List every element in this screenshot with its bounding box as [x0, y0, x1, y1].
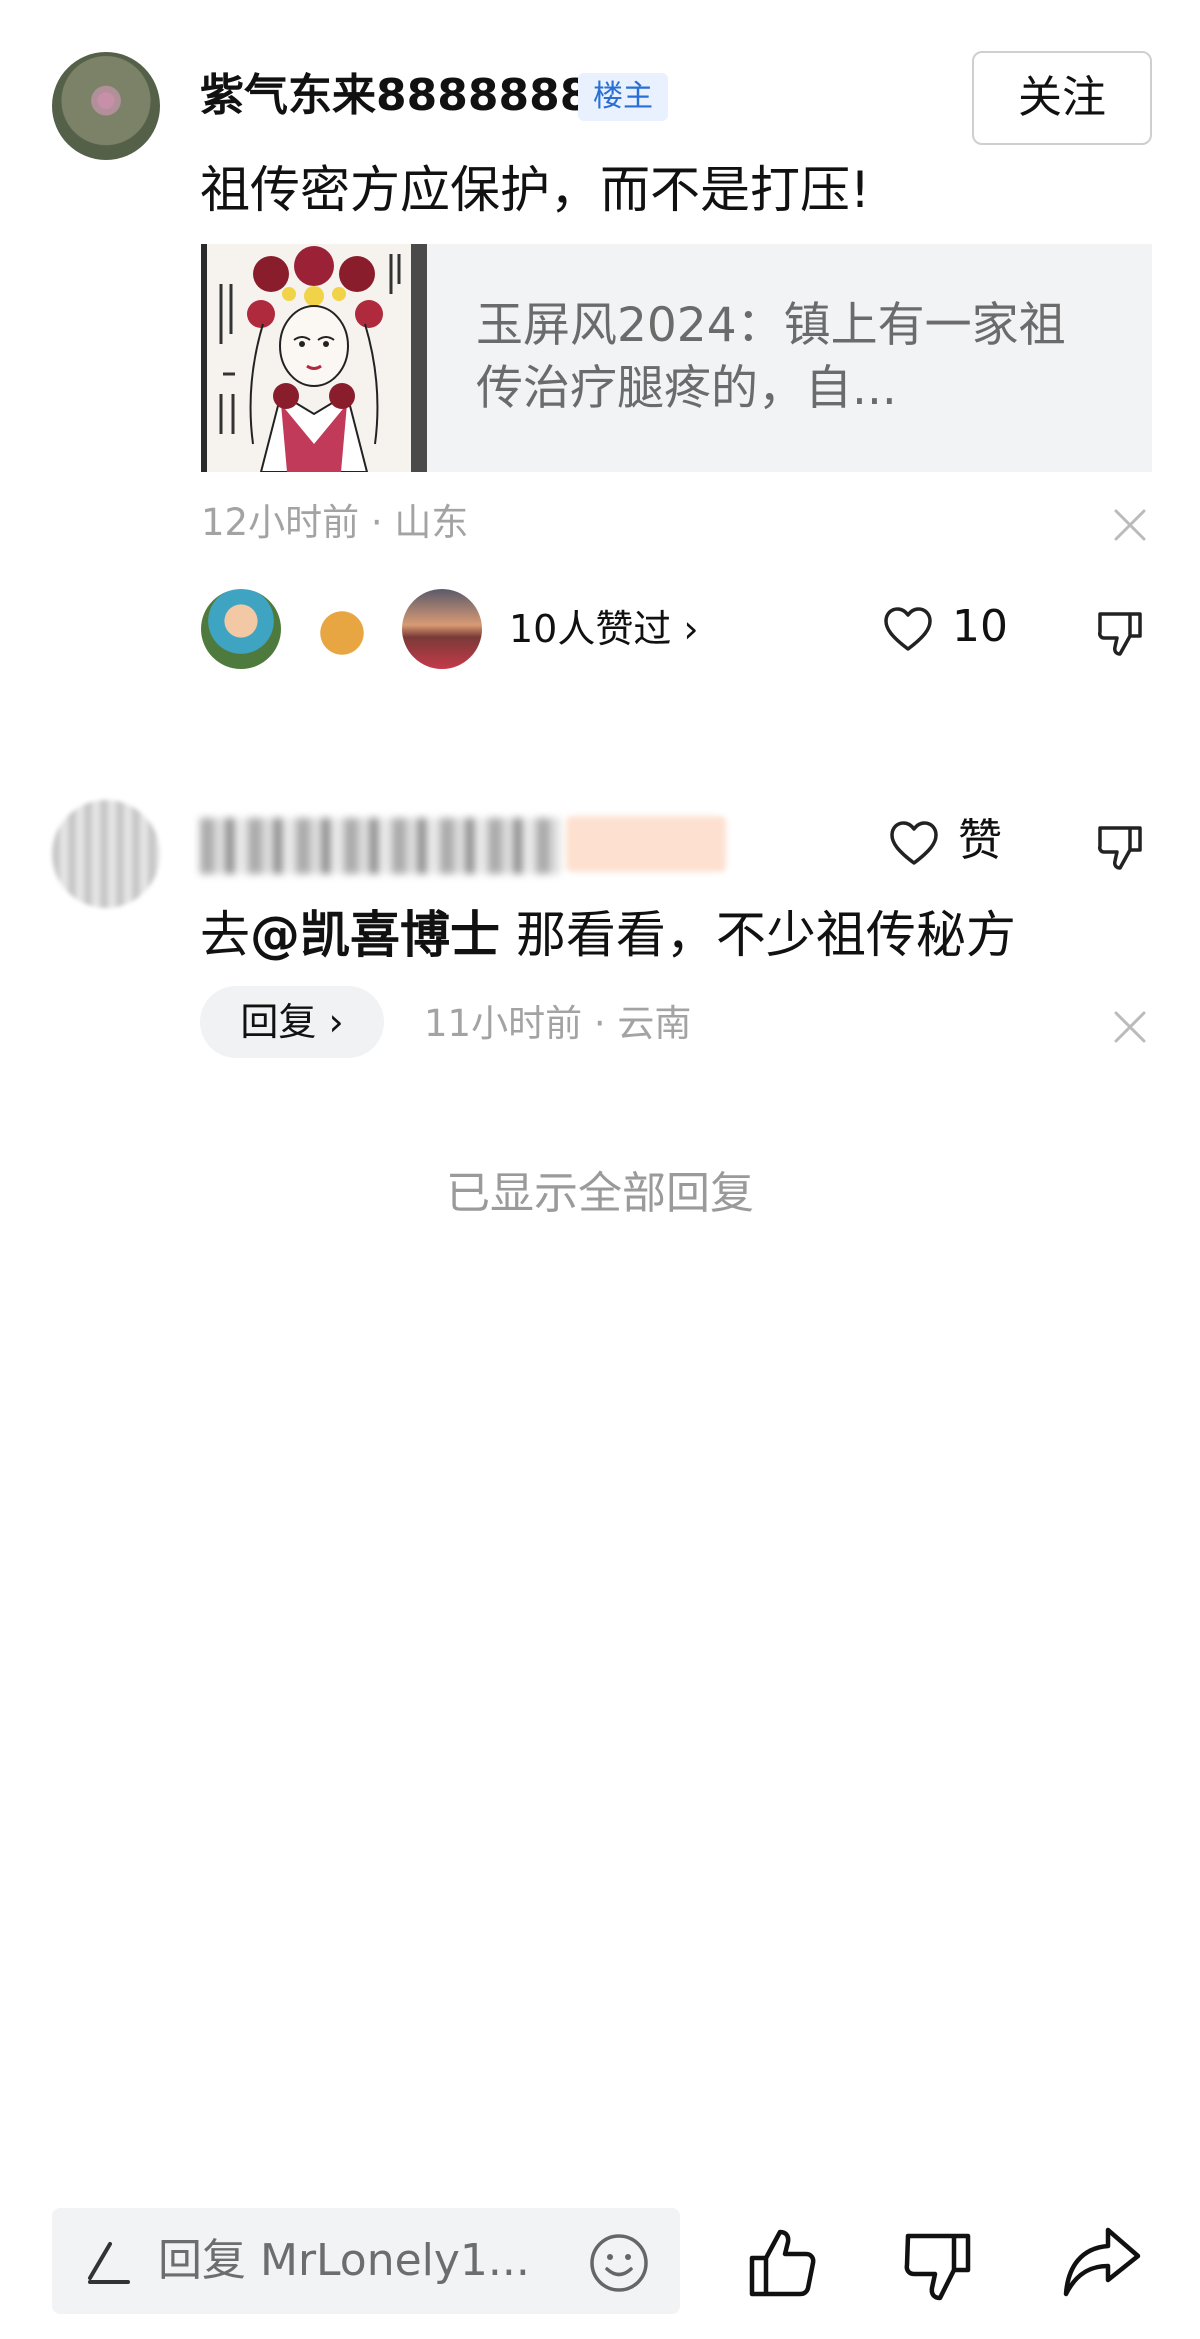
thumbs-down-icon[interactable] [1094, 820, 1146, 872]
mention-link[interactable]: @凯喜博士 [250, 906, 500, 964]
comment-location: 山东 [394, 501, 469, 544]
reply-button[interactable]: 回复 › [200, 986, 384, 1058]
comment-time: 12小时前 [201, 501, 360, 544]
quoted-post-text[interactable]: 玉屏风2024：镇上有一家祖传治疗腿疼的，自... [476, 294, 1096, 420]
reply-input-placeholder[interactable]: 回复 MrLonely1... [158, 2230, 538, 2292]
reply-text-prefix: 去 [200, 906, 250, 964]
liker-avatar[interactable] [302, 589, 382, 669]
reply-text-suffix: 那看看，不少祖传秘方 [500, 906, 1016, 964]
author-avatar[interactable] [52, 52, 160, 160]
close-icon[interactable] [1110, 1007, 1150, 1047]
reply-author-avatar[interactable] [52, 800, 160, 908]
likers-link[interactable]: 10人赞过 › [509, 604, 699, 654]
reply-author-name-blurred[interactable] [200, 818, 560, 874]
like-count: 10 [952, 601, 1008, 652]
comment-text: 祖传密方应保护，而不是打压! [200, 161, 871, 219]
liker-avatar[interactable] [201, 589, 281, 669]
reply-like-label[interactable]: 赞 [958, 812, 1002, 870]
meta-separator: · [370, 501, 395, 544]
all-replies-shown: 已显示全部回复 [446, 1168, 754, 1219]
close-icon[interactable] [1110, 505, 1150, 545]
meta-separator: · [593, 1002, 618, 1045]
liker-avatar[interactable] [402, 589, 482, 669]
author-name[interactable]: 紫气东来8888888 [200, 68, 590, 124]
comment-meta: 12小时前 · 山东 [201, 495, 468, 551]
reply-author-badge-blurred [566, 816, 726, 872]
heart-icon[interactable] [888, 818, 940, 870]
reply-text: 去@凯喜博士 那看看，不少祖传秘方 [200, 902, 1016, 968]
thumbs-down-icon[interactable] [900, 2228, 976, 2304]
reply-time: 11小时前 [424, 1002, 583, 1045]
op-badge: 楼主 [578, 73, 668, 121]
pen-icon [84, 2236, 134, 2286]
opera-drawing-thumbnail [201, 244, 427, 472]
thumbs-down-icon[interactable] [1094, 606, 1146, 658]
reply-location: 云南 [617, 1002, 692, 1045]
follow-button[interactable]: 关注 [972, 51, 1152, 145]
heart-icon[interactable] [882, 604, 934, 656]
reply-meta: 11小时前 · 云南 [424, 996, 691, 1052]
thumbs-up-icon[interactable] [744, 2224, 820, 2300]
quoted-post-thumbnail [201, 244, 427, 472]
emoji-icon[interactable] [588, 2232, 650, 2294]
share-icon[interactable] [1060, 2222, 1144, 2302]
